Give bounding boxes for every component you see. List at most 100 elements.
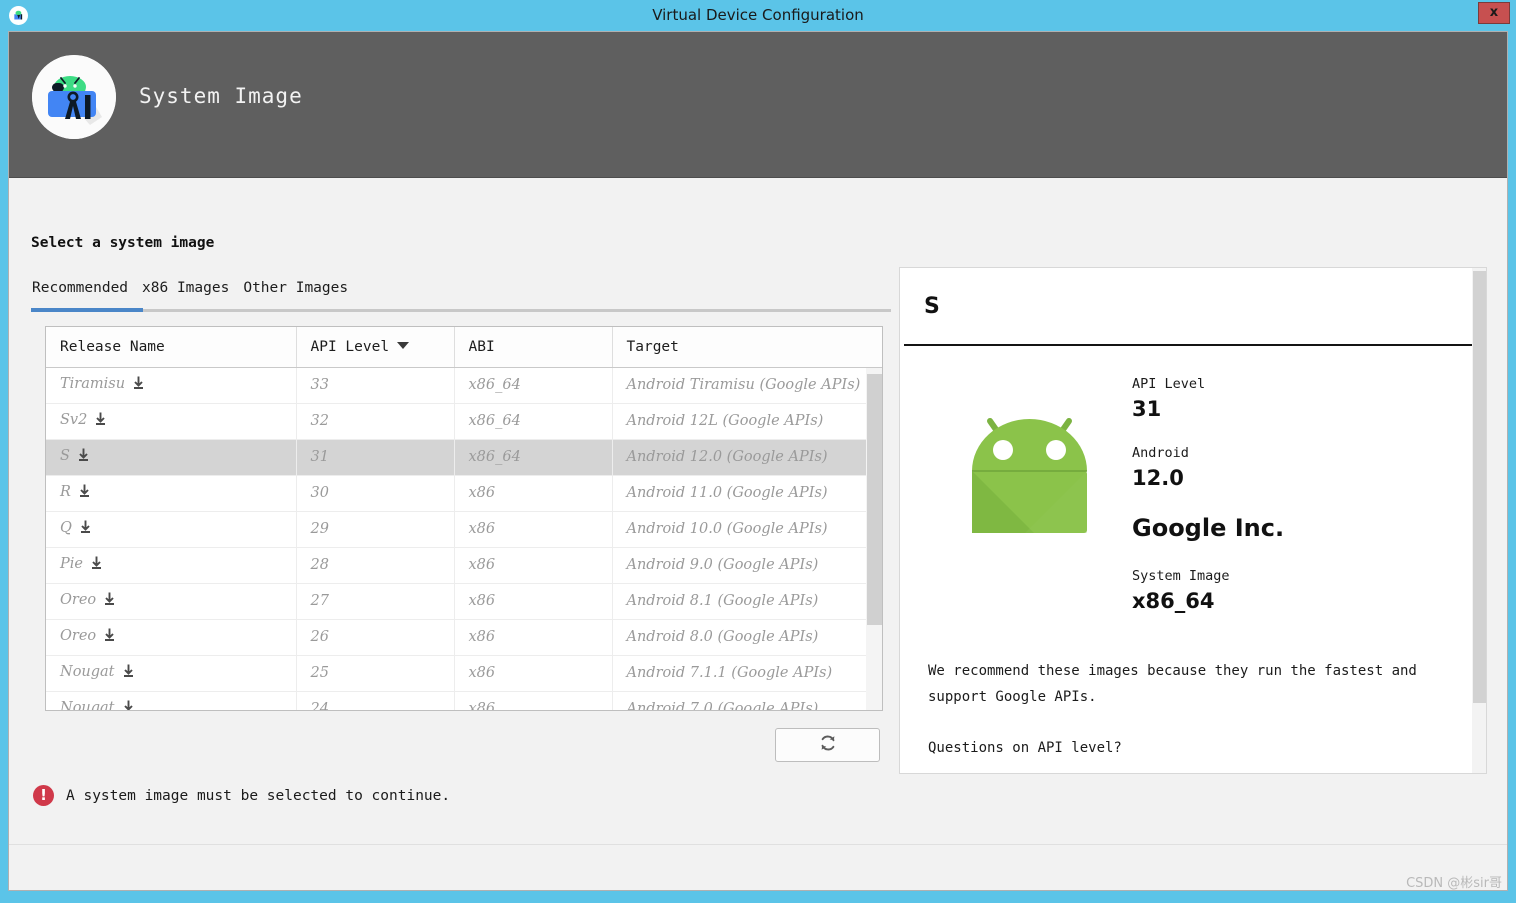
cell-api-level: 27 <box>296 583 455 620</box>
field-value-api-level: 31 <box>1132 397 1162 421</box>
download-icon[interactable] <box>78 484 91 502</box>
download-icon[interactable] <box>103 628 116 646</box>
cell-release-name: Oreo <box>46 583 297 620</box>
detail-fields: API Level 31 Android 12.0 Google Inc. Sy… <box>1132 376 1284 637</box>
cell-release-name: Nougat <box>46 655 297 692</box>
download-icon[interactable] <box>94 412 107 430</box>
cell-release-name: Nougat <box>46 691 297 711</box>
image-source-tabs: Recommended x86 Images Other Images <box>31 280 349 296</box>
cell-release-name: Sv2 <box>46 403 297 440</box>
refresh-button[interactable] <box>775 728 880 762</box>
cell-target: Android 8.0 (Google APIs) <box>612 619 882 656</box>
tab-rail <box>31 309 891 312</box>
cell-abi: x86_64 <box>454 367 613 404</box>
cell-abi: x86_64 <box>454 403 613 440</box>
column-header-abi[interactable]: ABI <box>454 327 613 368</box>
column-header-api-level-label: API Level <box>310 338 390 355</box>
table-scrollbar-thumb[interactable] <box>867 374 882 625</box>
cell-target: Android 11.0 (Google APIs) <box>612 475 882 512</box>
footer-bar <box>9 844 1507 890</box>
cell-release-name: Oreo <box>46 619 297 656</box>
release-name-text: Nougat <box>60 700 115 711</box>
table-row[interactable]: Pie 28 x86 Android 9.0 (Google APIs) <box>46 547 882 584</box>
tab-other-images[interactable]: Other Images <box>242 280 349 296</box>
download-icon[interactable] <box>122 700 135 710</box>
download-icon[interactable] <box>103 592 116 610</box>
cell-api-level: 30 <box>296 475 455 512</box>
column-header-api-level[interactable]: API Level <box>296 327 455 368</box>
virtual-device-configuration-window: Virtual Device Configuration x System Im… <box>0 0 1516 903</box>
download-icon[interactable] <box>79 520 92 538</box>
cell-abi: x86 <box>454 655 613 692</box>
column-header-target[interactable]: Target <box>612 327 882 368</box>
wizard-header: System Image <box>9 32 1507 178</box>
cell-release-name: Pie <box>46 547 297 584</box>
table-row[interactable]: Nougat 25 x86 Android 7.1.1 (Google APIs… <box>46 655 882 692</box>
table-row[interactable]: Sv2 32 x86_64 Android 12L (Google APIs) <box>46 403 882 440</box>
tab-x86-images[interactable]: x86 Images <box>141 280 230 296</box>
window-title: Virtual Device Configuration <box>652 6 864 24</box>
detail-divider <box>904 344 1472 346</box>
validation-message: ! A system image must be selected to con… <box>33 785 450 806</box>
cell-api-level: 29 <box>296 511 455 548</box>
cell-abi: x86_64 <box>454 439 613 476</box>
cell-api-level: 24 <box>296 691 455 710</box>
field-label-android: Android <box>1132 445 1189 461</box>
table-row[interactable]: Q 29 x86 Android 10.0 (Google APIs) <box>46 511 882 548</box>
release-name-text: Oreo <box>60 628 97 644</box>
field-value-android: 12.0 <box>1132 466 1184 490</box>
cell-api-level: 25 <box>296 655 455 692</box>
field-value-system-image: x86_64 <box>1132 589 1215 613</box>
detail-api-level-question: Questions on API level? <box>928 740 1122 756</box>
close-icon[interactable]: x <box>1478 2 1510 24</box>
tab-active-indicator <box>31 308 143 312</box>
table-row[interactable]: Oreo 27 x86 Android 8.1 (Google APIs) <box>46 583 882 620</box>
detail-scrollbar-thumb[interactable] <box>1473 271 1486 703</box>
android-robot-icon <box>962 393 1097 543</box>
system-image-table[interactable]: Release Name API Level ABI Target Tirami… <box>45 326 883 711</box>
column-header-release-name[interactable]: Release Name <box>46 327 297 368</box>
download-icon[interactable] <box>90 556 103 574</box>
field-label-api-level: API Level <box>1132 376 1206 392</box>
release-name-text: Q <box>60 520 72 536</box>
release-name-text: Oreo <box>60 592 97 608</box>
refresh-icon <box>818 733 838 758</box>
android-studio-logo <box>32 55 116 139</box>
cell-target: Android 9.0 (Google APIs) <box>612 547 882 584</box>
cell-api-level: 26 <box>296 619 455 656</box>
release-name-text: S <box>60 448 70 464</box>
cell-abi: x86 <box>454 583 613 620</box>
table-row[interactable]: Nougat 24 x86 Android 7.0 (Google APIs) <box>46 691 882 711</box>
download-icon[interactable] <box>132 376 145 394</box>
cell-target: Android 10.0 (Google APIs) <box>612 511 882 548</box>
cell-target: Android Tiramisu (Google APIs) <box>612 367 882 404</box>
dialog-client-area: System Image Select a system image Recom… <box>8 31 1508 891</box>
table-row[interactable]: Tiramisu 33 x86_64 Android Tiramisu (Goo… <box>46 367 882 404</box>
cell-abi: x86 <box>454 475 613 512</box>
table-row[interactable]: R 30 x86 Android 11.0 (Google APIs) <box>46 475 882 512</box>
field-label-system-image: System Image <box>1132 568 1230 584</box>
column-header-release-name-label: Release Name <box>60 338 165 355</box>
page-title: System Image <box>139 84 303 108</box>
download-icon[interactable] <box>122 664 135 682</box>
cell-release-name: Q <box>46 511 297 548</box>
field-value-vendor: Google Inc. <box>1132 514 1285 542</box>
cell-target: Android 12.0 (Google APIs) <box>612 439 882 476</box>
download-icon[interactable] <box>77 448 90 466</box>
cell-release-name: Tiramisu <box>46 367 297 404</box>
system-image-detail-panel: S API Level 31 Android 12.0 Google Inc. … <box>899 267 1487 774</box>
release-name-text: Sv2 <box>60 412 88 428</box>
table-row-selected[interactable]: S 31 x86_64 Android 12.0 (Google APIs) <box>46 439 882 476</box>
detail-title: S <box>924 294 940 319</box>
tab-recommended[interactable]: Recommended <box>31 280 129 296</box>
detail-recommendation-note: We recommend these images because they r… <box>928 663 1417 705</box>
table-row[interactable]: Oreo 26 x86 Android 8.0 (Google APIs) <box>46 619 882 656</box>
table-body: Tiramisu 33 x86_64 Android Tiramisu (Goo… <box>46 367 882 711</box>
release-name-text: Pie <box>60 556 83 572</box>
cell-target: Android 12L (Google APIs) <box>612 403 882 440</box>
cell-abi: x86 <box>454 691 613 710</box>
cell-api-level: 28 <box>296 547 455 584</box>
cell-target: Android 8.1 (Google APIs) <box>612 583 882 620</box>
column-header-target-label: Target <box>626 338 679 355</box>
cell-release-name: S <box>46 439 297 476</box>
